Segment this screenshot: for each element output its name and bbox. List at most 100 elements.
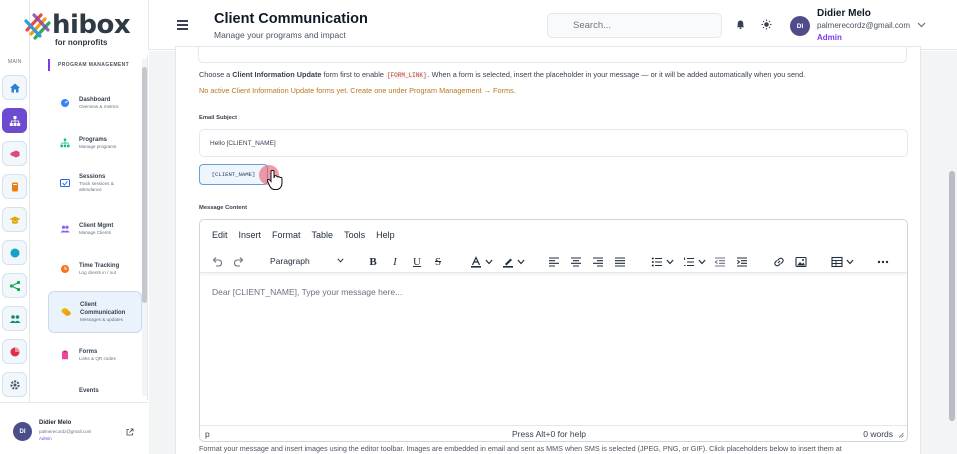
- header-user-email: palmerecordz@gmail.com: [817, 21, 911, 30]
- sidebar-item-label: Forms: [79, 349, 98, 355]
- align-right-button[interactable]: [591, 255, 605, 268]
- external-link-icon[interactable]: [126, 428, 134, 436]
- sidebar-item-dashboard[interactable]: Dashboard Overview & metrics: [48, 85, 142, 121]
- avatar[interactable]: DI: [790, 16, 810, 36]
- sidebar-item-client-communication[interactable]: Client Communication Messages & updates: [48, 291, 142, 333]
- word-count[interactable]: 0 words: [863, 429, 893, 439]
- more-tools-button[interactable]: [876, 255, 890, 268]
- page-subtitle: Manage your programs and impact: [214, 30, 346, 40]
- highlight-color-dropdown[interactable]: [517, 255, 525, 268]
- menu-help[interactable]: Help: [376, 230, 395, 240]
- menu-format[interactable]: Format: [272, 230, 301, 240]
- outdent-button[interactable]: [713, 255, 727, 268]
- brand-logo[interactable]: hibox for nonprofits: [24, 10, 134, 47]
- numbered-list-dropdown[interactable]: [698, 255, 706, 268]
- indent-icon: [736, 256, 747, 267]
- element-path[interactable]: p: [205, 429, 210, 439]
- image-icon: [795, 256, 807, 267]
- rail-global-button[interactable]: [2, 240, 27, 265]
- table-dropdown[interactable]: [846, 255, 854, 268]
- menu-tools[interactable]: Tools: [344, 230, 365, 240]
- rail-settings-button[interactable]: [2, 372, 27, 397]
- block-format-select[interactable]: Paragraph: [270, 253, 346, 269]
- editor-statusbar: p Press Alt+0 for help 0 words: [200, 425, 907, 441]
- bell-icon[interactable]: [735, 19, 746, 30]
- bold-button[interactable]: B: [366, 255, 380, 268]
- search-input[interactable]: [547, 13, 722, 38]
- bullet-list-dropdown[interactable]: [666, 255, 674, 268]
- sidebar-item-label: Sessions: [79, 174, 106, 180]
- bullet-list-icon: [651, 257, 662, 266]
- align-justify-button[interactable]: [613, 255, 627, 268]
- pie-chart-icon: [10, 347, 19, 356]
- sidebar-item-events[interactable]: Events: [48, 373, 142, 400]
- insert-image-button[interactable]: [794, 255, 808, 268]
- highlighter-icon: [503, 258, 513, 268]
- rail-home-button[interactable]: [2, 75, 27, 100]
- form-link-help-text: Choose a Client Information Update form …: [199, 70, 806, 79]
- insert-table-button[interactable]: [830, 255, 844, 268]
- sidebar-item-forms[interactable]: Forms Links & QR codes: [48, 337, 142, 373]
- menu-edit[interactable]: Edit: [212, 230, 228, 240]
- editor-content-area[interactable]: Dear [CLIENT_NAME], Type your message he…: [212, 287, 402, 297]
- sidebar-item-programs[interactable]: Programs Manage programs: [48, 125, 142, 161]
- theme-toggle-icon[interactable]: [761, 19, 772, 30]
- bullet-list-button[interactable]: [650, 255, 664, 268]
- speedometer-icon: [61, 99, 69, 107]
- highlight-color-button[interactable]: [501, 255, 515, 268]
- sidebar-item-label: Client Mgmt: [79, 223, 114, 229]
- menu-table[interactable]: Table: [312, 230, 334, 240]
- strikethrough-button[interactable]: S: [431, 255, 445, 268]
- page-scrollbar-thumb[interactable]: [949, 171, 955, 421]
- group-icon: [9, 314, 20, 323]
- rail-people-button[interactable]: [2, 306, 27, 331]
- email-subject-label: Email Subject: [199, 115, 238, 121]
- text-color-dropdown[interactable]: [485, 255, 493, 268]
- rail-library-button[interactable]: [2, 174, 27, 199]
- rail-network-button[interactable]: [2, 273, 27, 298]
- sidebar-scrollbar[interactable]: [142, 59, 147, 396]
- sidebar-item-client-mgmt[interactable]: Client Mgmt Manage Clients: [48, 211, 142, 247]
- menu-toggle-button[interactable]: [177, 20, 188, 30]
- align-right-icon: [593, 256, 603, 267]
- rail-programs-button[interactable]: [2, 108, 27, 133]
- resize-handle-icon[interactable]: [898, 432, 904, 438]
- form-select-field[interactable]: [198, 47, 907, 63]
- hibox-logo-icon: [24, 13, 51, 40]
- page-scrollbar[interactable]: [947, 51, 957, 454]
- chevron-down-icon[interactable]: [917, 22, 926, 28]
- editor-toolbar: Paragraph B I U S: [200, 249, 907, 273]
- text-color-button[interactable]: [469, 255, 483, 268]
- redo-button[interactable]: [232, 255, 246, 268]
- chevron-down-icon: [485, 259, 493, 264]
- email-subject-input[interactable]: [199, 129, 908, 157]
- chevron-down-icon: [666, 259, 674, 264]
- align-left-icon: [549, 256, 559, 267]
- numbered-list-icon: [684, 257, 694, 266]
- insert-client-name-button[interactable]: [CLIENT_NAME]: [199, 164, 268, 185]
- chevron-down-icon: [517, 259, 525, 264]
- insert-link-button[interactable]: [772, 255, 786, 268]
- rail-reports-button[interactable]: [2, 339, 27, 364]
- numbered-list-button[interactable]: [682, 255, 696, 268]
- align-left-button[interactable]: [547, 255, 561, 268]
- share-icon: [9, 280, 20, 291]
- org-chart-icon: [9, 115, 20, 126]
- align-center-button[interactable]: [569, 255, 583, 268]
- brand-tagline: for nonprofits: [55, 38, 108, 47]
- underline-button[interactable]: U: [410, 255, 424, 268]
- sidebar-item-sessions[interactable]: Sessions Track sessions & attendance: [48, 165, 142, 201]
- indent-button[interactable]: [735, 255, 749, 268]
- accessibility-help-text: Press Alt+0 for help: [512, 429, 586, 439]
- brand-name: hibox: [52, 10, 131, 40]
- italic-button[interactable]: I: [388, 255, 402, 268]
- sidebar-item-time-tracking[interactable]: Time Tracking Log clients in / out: [48, 251, 142, 287]
- sidebar-user-card[interactable]: DI Didier Melo palmerecordz@gmail.com Ad…: [0, 402, 148, 454]
- link-icon: [774, 257, 784, 266]
- rail-outreach-button[interactable]: [2, 141, 27, 166]
- menu-insert[interactable]: Insert: [239, 230, 262, 240]
- rail-training-button[interactable]: [2, 207, 27, 232]
- undo-button[interactable]: [210, 255, 224, 268]
- sidebar-scrollbar-thumb[interactable]: [142, 67, 147, 303]
- no-forms-warning: No active Client Information Update form…: [199, 86, 516, 95]
